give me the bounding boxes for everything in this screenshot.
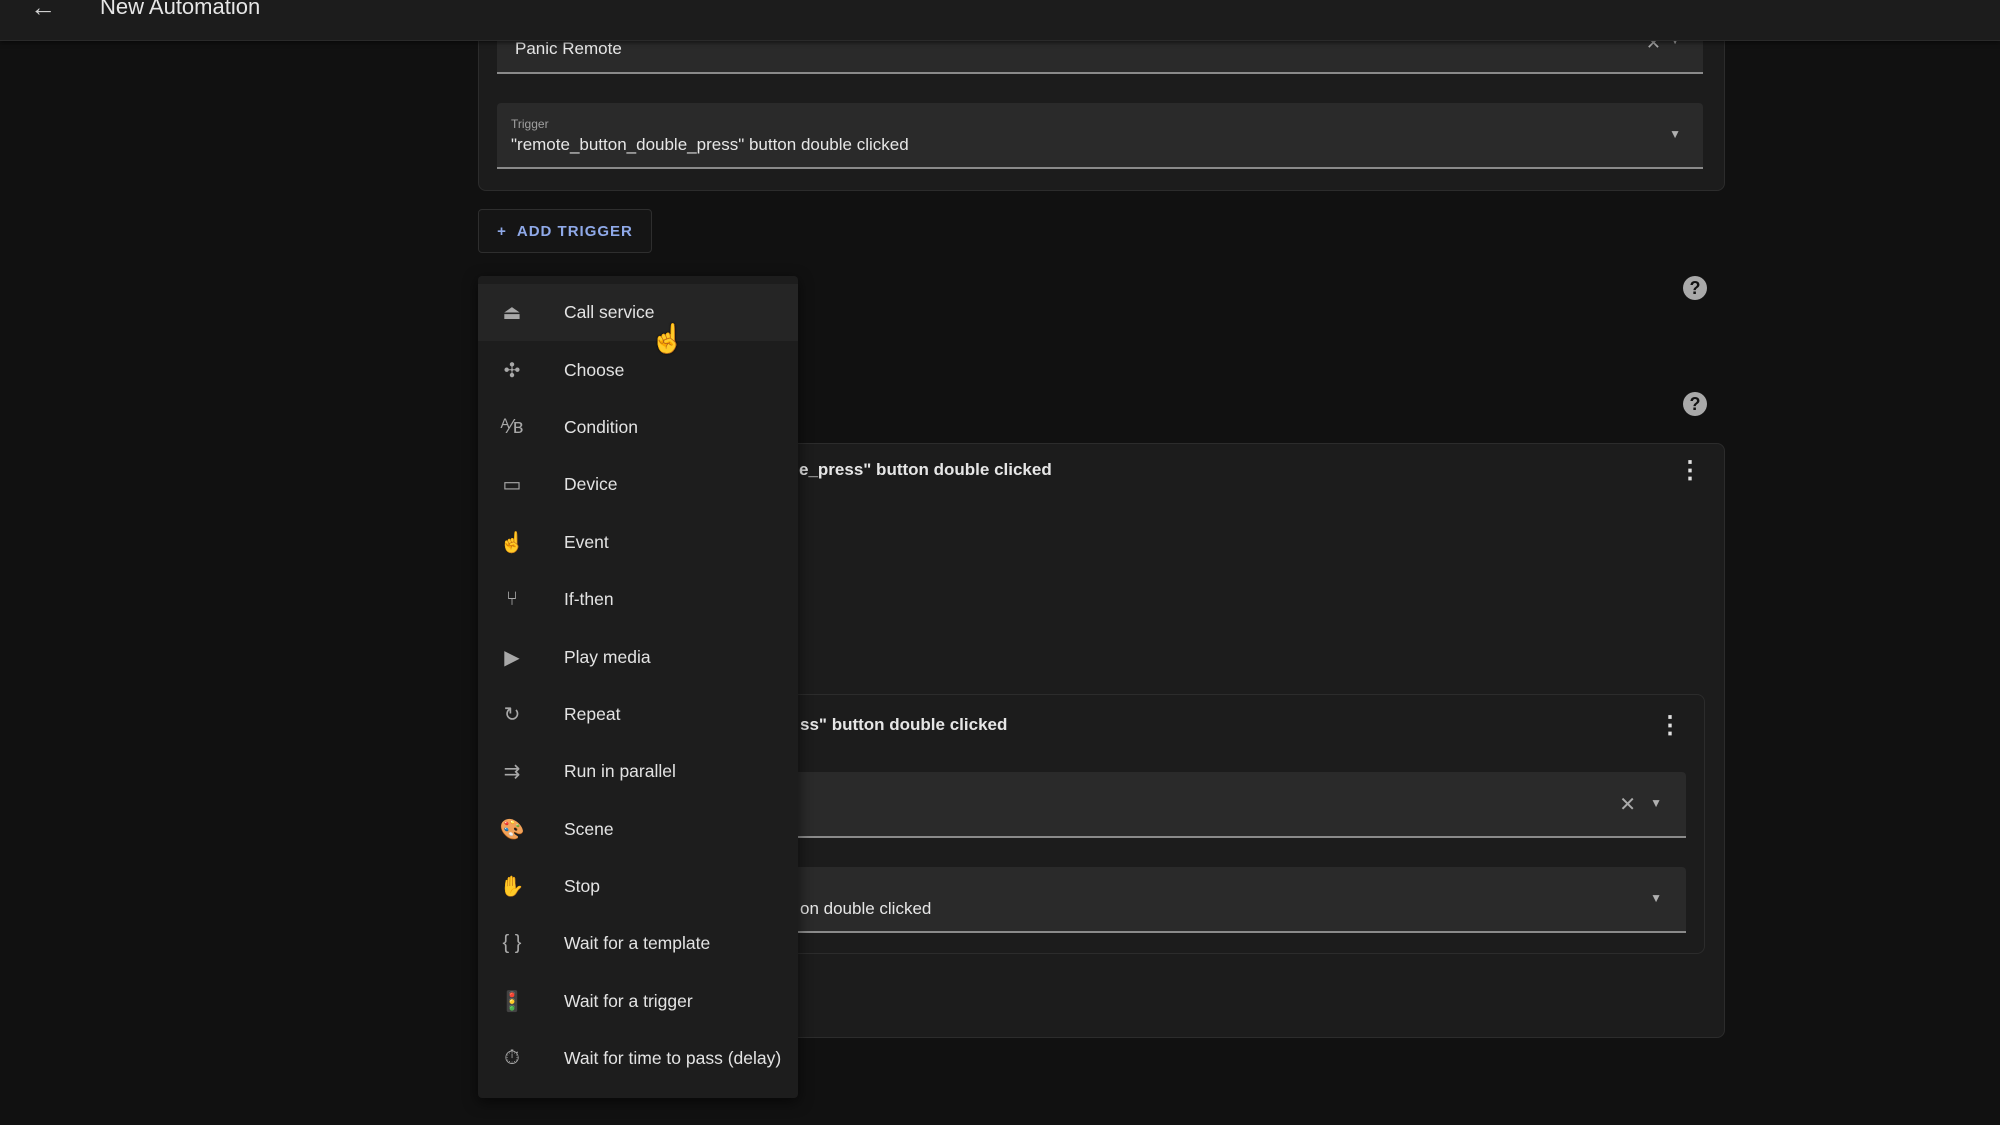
dropdown-arrow-icon[interactable]: ▼: [1669, 127, 1681, 141]
menu-item-stop[interactable]: ✋ Stop: [478, 858, 798, 915]
code-braces-icon: { }: [502, 932, 522, 955]
pointer-cursor-icon: ☝: [650, 323, 685, 354]
menu-item-run-in-parallel[interactable]: ⇉ Run in parallel: [478, 743, 798, 800]
menu-item-label: Scene: [564, 818, 614, 839]
menu-item-label: Stop: [564, 876, 600, 897]
trigger-field[interactable]: Trigger "remote_button_double_press" but…: [497, 103, 1703, 169]
refresh-icon: ↻: [503, 703, 521, 726]
trigger-label: Trigger: [511, 117, 549, 131]
gesture-tap-icon: ☝: [499, 531, 525, 554]
inner-action-title: ss" button double clicked: [800, 715, 1008, 734]
menu-item-label: Call service: [564, 302, 655, 323]
add-action-menu: ⏏ Call service ✣ Choose ᴬ⁄ʙ Condition ▭ Device ☝…: [478, 276, 798, 1098]
shuffle-icon: ⇉: [503, 761, 521, 784]
menu-item-label: Wait for time to pass (delay): [564, 1048, 782, 1069]
call-split-icon: ⑂: [506, 588, 518, 611]
menu-item-call-service[interactable]: ⏏ Call service: [478, 284, 798, 342]
action-title: e_press" button double clicked: [799, 460, 1052, 479]
top-app-bar: ← New Automation: [0, 0, 2000, 41]
device-value: Panic Remote: [515, 39, 622, 58]
menu-item-condition[interactable]: ᴬ⁄ʙ Condition: [478, 399, 798, 456]
plus-icon: +: [497, 222, 507, 240]
menu-item-repeat[interactable]: ↻ Repeat: [478, 686, 798, 743]
bell-icon: ⏏: [502, 302, 522, 325]
menu-item-label: Event: [564, 531, 609, 552]
help-icon[interactable]: ?: [1683, 276, 1707, 300]
menu-item-label: Condition: [564, 416, 638, 437]
trigger-card: Panic Remote ✕ ▼ Trigger "remote_button_…: [478, 20, 1725, 191]
page-title: New Automation: [100, 0, 261, 19]
play-icon: ▶: [504, 646, 520, 669]
trigger-value: "remote_button_double_press" button doub…: [511, 135, 909, 154]
menu-item-label: Run in parallel: [564, 761, 676, 782]
dropdown-arrow-icon[interactable]: ▼: [1650, 796, 1662, 810]
more-options-icon[interactable]: ⋮: [1658, 711, 1682, 740]
menu-item-label: Play media: [564, 646, 651, 667]
menu-item-label: Wait for a trigger: [564, 990, 693, 1011]
menu-item-label: Device: [564, 474, 618, 495]
timer-icon: ⏱: [504, 1047, 520, 1070]
menu-item-label: If-then: [564, 589, 614, 610]
clear-icon[interactable]: ✕: [1619, 792, 1636, 817]
back-arrow-icon[interactable]: ←: [30, 0, 56, 23]
more-options-icon[interactable]: ⋮: [1678, 456, 1702, 485]
add-trigger-label: ADD TRIGGER: [516, 222, 633, 240]
menu-item-wait-for-time-to-pass-delay[interactable]: ⏱ Wait for time to pass (delay): [478, 1030, 798, 1087]
hand-icon: ✋: [499, 876, 525, 899]
menu-item-if-then[interactable]: ⑂ If-then: [478, 571, 798, 628]
add-trigger-button[interactable]: + ADD TRIGGER: [478, 209, 652, 253]
menu-item-label: Choose: [564, 359, 625, 380]
menu-item-choose[interactable]: ✣ Choose: [478, 341, 798, 398]
menu-item-wait-for-a-trigger[interactable]: 🚦 Wait for a trigger: [478, 973, 798, 1030]
menu-item-label: Repeat: [564, 703, 621, 724]
help-icon[interactable]: ?: [1683, 392, 1707, 416]
traffic-light-icon: 🚦: [499, 990, 525, 1013]
source-fork-icon: ✣: [503, 359, 521, 382]
devices-icon: ▭: [502, 474, 522, 497]
menu-item-device[interactable]: ▭ Device: [478, 456, 798, 513]
ab-testing-icon: ᴬ⁄ʙ: [500, 415, 524, 438]
menu-item-wait-for-a-template[interactable]: { } Wait for a template: [478, 915, 798, 972]
trigger-value: on double clicked: [800, 899, 932, 918]
menu-item-play-media[interactable]: ▶ Play media: [478, 628, 798, 685]
dropdown-arrow-icon[interactable]: ▼: [1650, 891, 1662, 905]
menu-item-label: Wait for a template: [564, 933, 711, 954]
menu-item-scene[interactable]: 🎨 Scene: [478, 801, 798, 858]
palette-icon: 🎨: [499, 818, 525, 841]
menu-item-event[interactable]: ☝ Event: [478, 514, 798, 571]
